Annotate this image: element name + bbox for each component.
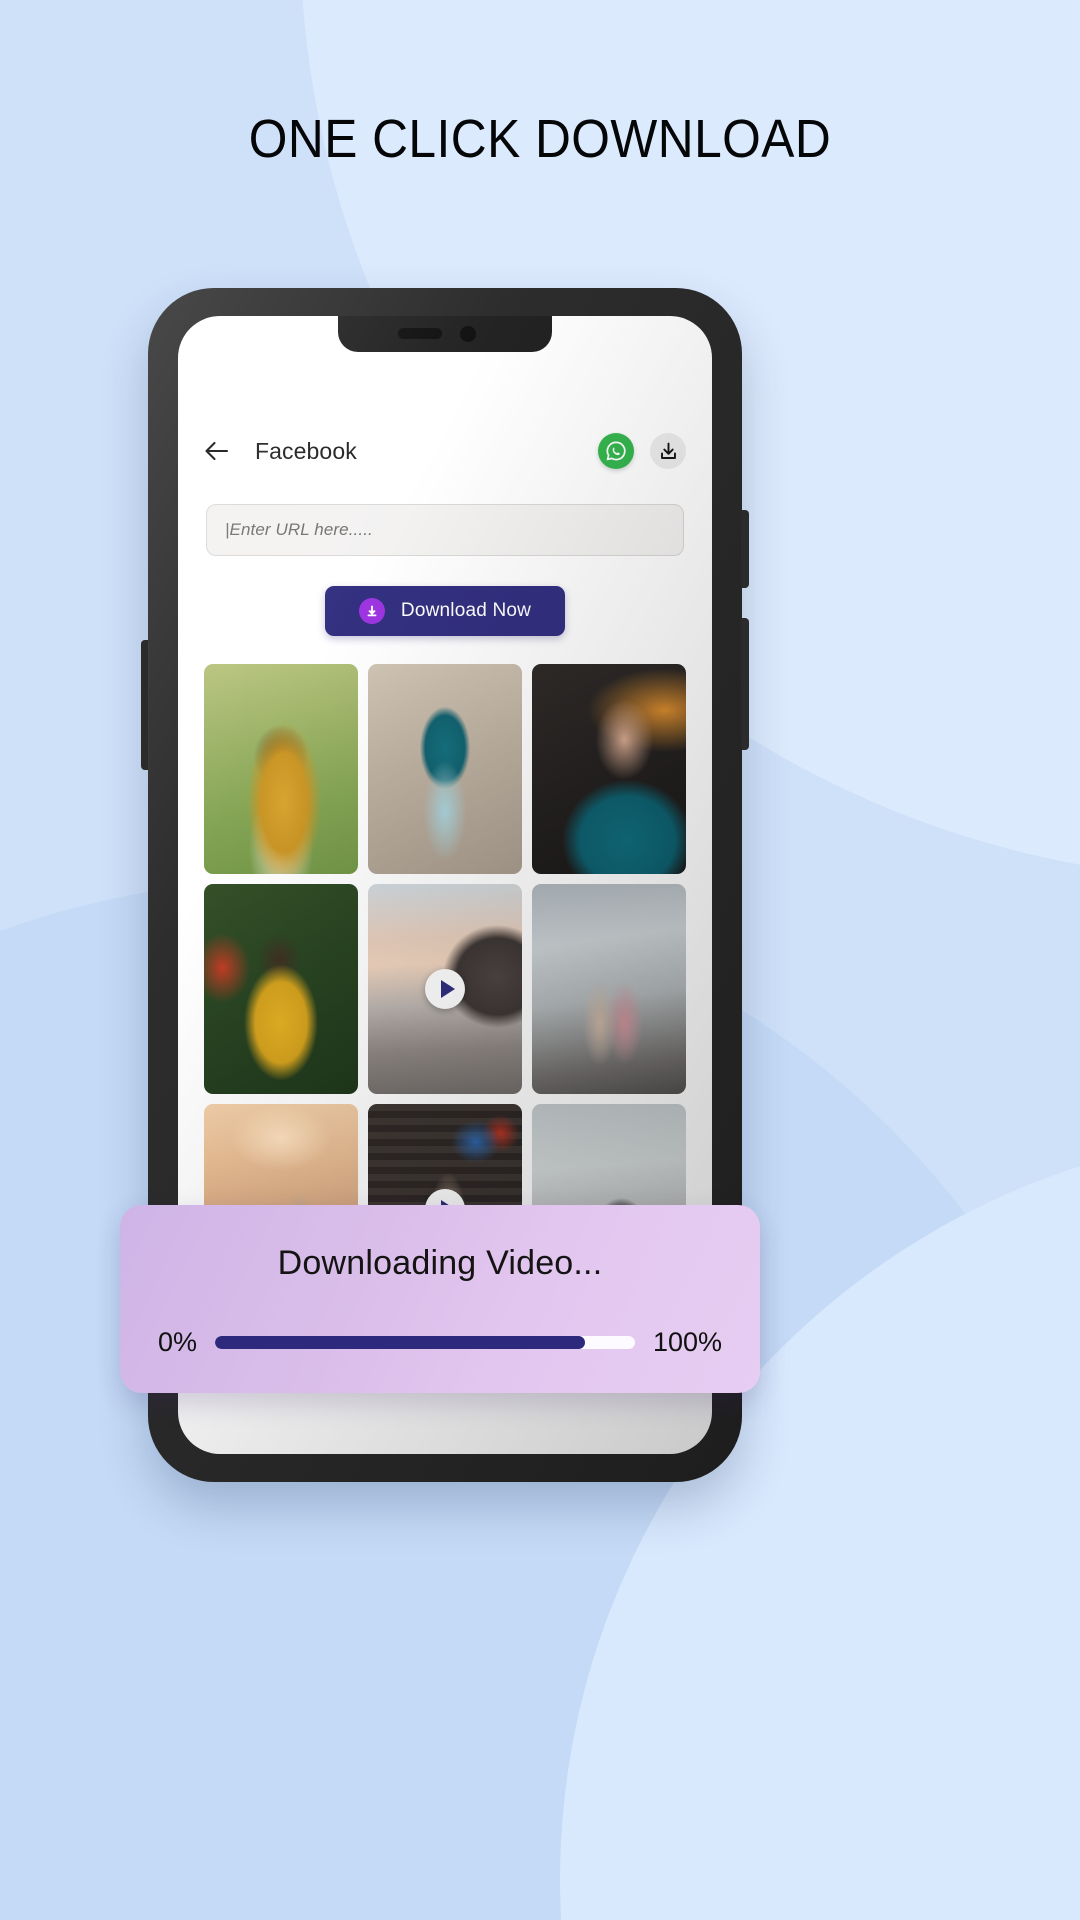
media-thumbnail bbox=[532, 884, 686, 1094]
progress-max-label: 100% bbox=[652, 1327, 722, 1357]
media-thumbnail bbox=[204, 884, 358, 1094]
progress-title: Downloading Video... bbox=[277, 1244, 603, 1282]
media-tile[interactable] bbox=[204, 884, 358, 1094]
download-circle-icon bbox=[358, 598, 385, 624]
page-title: ONE CLICK DOWNLOAD bbox=[248, 109, 832, 169]
progress-bar[interactable] bbox=[215, 1336, 635, 1349]
download-now-button[interactable]: Download Now bbox=[324, 586, 566, 636]
media-tile[interactable] bbox=[532, 664, 686, 874]
download-icon[interactable] bbox=[650, 433, 686, 469]
phone-button-right-lower bbox=[741, 618, 749, 750]
whatsapp-icon[interactable] bbox=[598, 433, 634, 469]
download-button-row: Download Now bbox=[178, 586, 712, 636]
media-thumbnail bbox=[532, 664, 686, 874]
download-now-label: Download Now bbox=[400, 600, 532, 621]
phone-notch bbox=[338, 316, 552, 352]
arrow-left-icon[interactable] bbox=[200, 434, 234, 468]
phone-button-right-upper bbox=[741, 510, 749, 588]
poster-stage: ONE CLICK DOWNLOAD Facebook |Enter URL h… bbox=[0, 0, 1080, 1920]
page-heading: Facebook bbox=[255, 437, 357, 464]
app-header: Facebook bbox=[178, 424, 712, 478]
media-tile[interactable] bbox=[204, 664, 358, 874]
download-progress-card: Downloading Video... 0% 100% bbox=[120, 1205, 760, 1393]
media-thumbnail bbox=[204, 664, 358, 874]
phone-button-left bbox=[141, 640, 149, 770]
url-input-placeholder: |Enter URL here..... bbox=[225, 520, 373, 539]
media-tile[interactable] bbox=[368, 664, 522, 874]
media-thumbnail bbox=[368, 664, 522, 874]
media-tile[interactable] bbox=[368, 884, 522, 1094]
media-tile[interactable] bbox=[532, 884, 686, 1094]
progress-min-label: 0% bbox=[158, 1327, 198, 1357]
progress-row: 0% 100% bbox=[158, 1327, 722, 1358]
url-input[interactable]: |Enter URL here..... bbox=[206, 504, 684, 556]
progress-bar-fill bbox=[215, 1336, 585, 1349]
play-icon[interactable] bbox=[425, 969, 465, 1009]
